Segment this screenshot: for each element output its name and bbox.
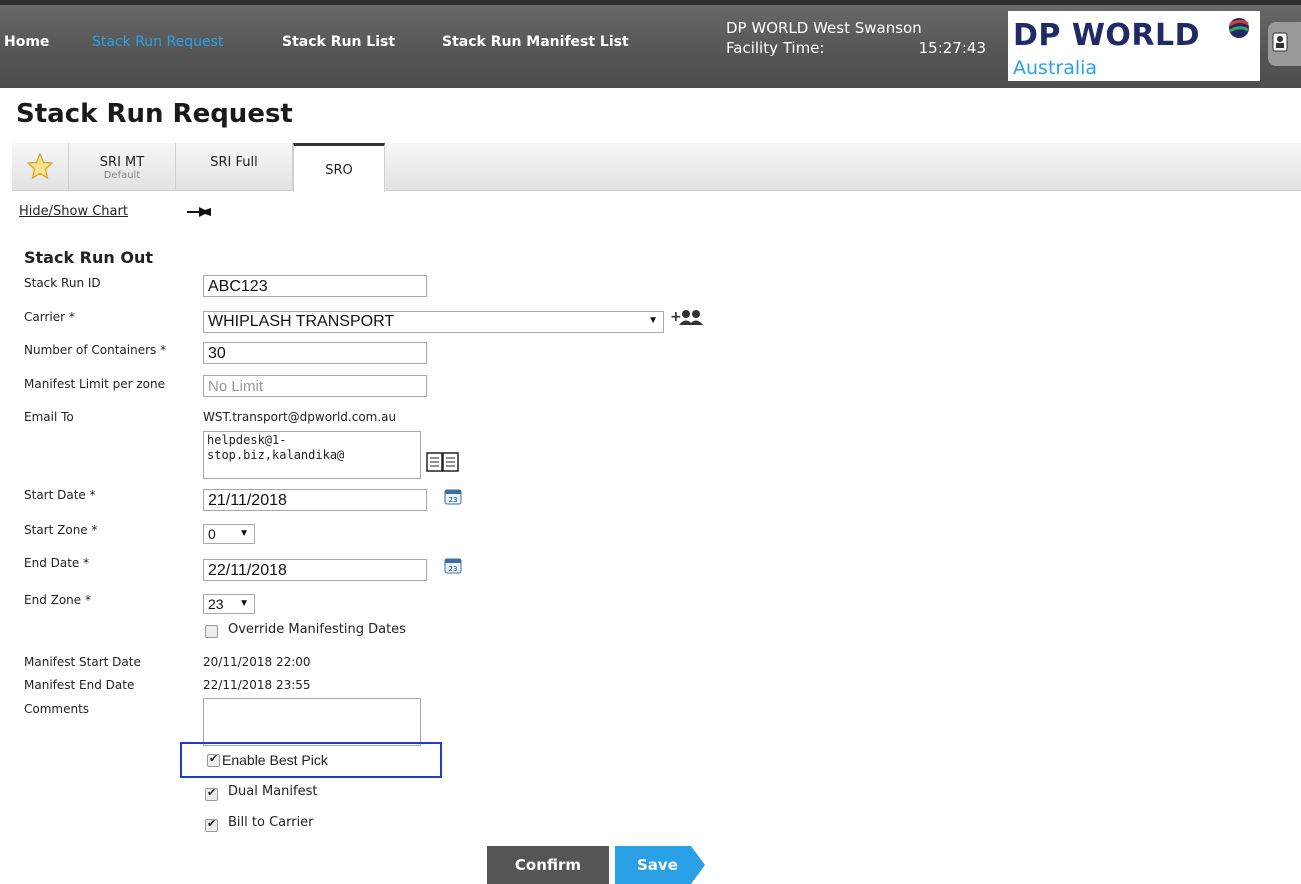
comments-label: Comments	[24, 702, 90, 716]
enable-best-pick-checkbox[interactable]	[207, 752, 220, 767]
manifest-end-label: Manifest End Date	[24, 678, 135, 692]
num-containers-input[interactable]: 30	[203, 342, 427, 364]
svg-text:23: 23	[449, 496, 458, 504]
nav-stack-run-request[interactable]: Stack Run Request	[92, 34, 223, 50]
tab-sri-mt[interactable]: SRI MT Default	[69, 143, 176, 190]
num-containers-label: Number of Containers *	[24, 343, 167, 357]
override-label: Override Manifesting Dates	[228, 622, 406, 637]
page-title: Stack Run Request	[16, 99, 293, 129]
end-date-label: End Date *	[24, 556, 90, 570]
start-date-input[interactable]: 21/11/2018	[203, 489, 427, 511]
nav-home[interactable]: Home	[4, 34, 49, 50]
hide-show-chart-link[interactable]: Hide/Show Chart	[19, 204, 128, 219]
dual-manifest-label: Dual Manifest	[228, 784, 318, 799]
calendar-icon[interactable]: 23	[444, 556, 462, 574]
manifest-limit-input[interactable]: No Limit	[203, 375, 427, 397]
carrier-select[interactable]: WHIPLASH TRANSPORT ▼	[203, 311, 664, 333]
facility-time-label: Facility Time:	[726, 39, 825, 57]
end-zone-label: End Zone *	[24, 593, 91, 607]
star-icon	[26, 152, 54, 180]
comments-textarea[interactable]	[203, 698, 421, 746]
email-extra-textarea[interactable]: helpdesk@1- stop.biz,kalandika@	[203, 431, 421, 479]
facility-time: 15:27:43	[918, 39, 986, 57]
pin-icon[interactable]	[187, 206, 213, 218]
dp-world-logo: DP WORLD Australia	[1008, 11, 1260, 81]
manifest-start-label: Manifest Start Date	[24, 655, 141, 669]
enable-best-pick-label: Enable Best Pick	[222, 752, 328, 768]
carrier-label: Carrier *	[24, 310, 75, 324]
logo-wordmark: DP WORLD	[1013, 18, 1201, 53]
start-zone-select[interactable]: 0 ▼	[203, 524, 255, 544]
email-to-label: Email To	[24, 410, 74, 424]
end-zone-value: 23	[208, 596, 224, 612]
start-date-label: Start Date *	[24, 488, 96, 502]
user-menu-icon[interactable]	[1268, 22, 1301, 66]
address-book-icon[interactable]	[426, 451, 460, 473]
end-zone-select[interactable]: 23 ▼	[203, 594, 255, 614]
tab-sro[interactable]: SRO	[293, 143, 385, 192]
chevron-down-icon: ▼	[648, 315, 658, 326]
bill-to-carrier-checkbox[interactable]	[205, 817, 218, 832]
chevron-down-icon: ▼	[239, 528, 249, 539]
override-checkbox[interactable]	[205, 625, 218, 638]
add-carrier-icon[interactable]: +	[670, 308, 708, 328]
facility-info: DP WORLD West Swanson Facility Time: 15:…	[726, 18, 986, 58]
nav-stack-run-manifest-list[interactable]: Stack Run Manifest List	[442, 34, 629, 50]
tab-sro-label: SRO	[325, 163, 353, 178]
tab-favorite[interactable]	[12, 143, 69, 190]
carrier-value: WHIPLASH TRANSPORT	[208, 313, 395, 330]
stack-run-id-input[interactable]: ABC123	[203, 275, 427, 297]
chevron-down-icon: ▼	[239, 598, 249, 609]
email-to-value: WST.transport@dpworld.com.au	[203, 410, 397, 424]
calendar-icon[interactable]: 23	[444, 487, 462, 505]
start-zone-label: Start Zone *	[24, 523, 98, 537]
start-zone-value: 0	[208, 526, 216, 542]
svg-text:23: 23	[449, 565, 458, 573]
svg-text:+: +	[670, 309, 682, 325]
save-button[interactable]: Save	[615, 846, 705, 884]
email-extra-line2: stop.biz,kalandika@	[207, 448, 345, 462]
top-strip	[0, 0, 1301, 5]
tab-sri-full[interactable]: SRI Full	[176, 143, 293, 190]
nav-stack-run-list[interactable]: Stack Run List	[282, 34, 395, 50]
globe-icon	[1229, 18, 1249, 38]
end-date-input[interactable]: 22/11/2018	[203, 559, 427, 581]
section-title: Stack Run Out	[24, 248, 153, 267]
tab-sri-mt-label: SRI MT	[99, 155, 145, 170]
facility-name: DP WORLD West Swanson	[726, 19, 922, 37]
tab-sri-full-label: SRI Full	[210, 155, 258, 170]
tab-sri-mt-default: Default	[103, 170, 141, 181]
stack-run-id-label: Stack Run ID	[24, 276, 101, 290]
email-extra-line1: helpdesk@1-	[207, 433, 287, 447]
tab-strip: SRI MT Default SRI Full SRO	[12, 143, 1301, 192]
manifest-limit-label: Manifest Limit per zone	[24, 377, 165, 391]
logo-subtitle: Australia	[1013, 57, 1098, 79]
confirm-button[interactable]: Confirm	[487, 846, 609, 884]
manifest-end-value: 22/11/2018 23:55	[203, 678, 311, 692]
manifest-start-value: 20/11/2018 22:00	[203, 655, 311, 669]
bill-to-carrier-label: Bill to Carrier	[228, 815, 314, 830]
dual-manifest-checkbox[interactable]	[205, 786, 218, 801]
top-nav-bar: Home Stack Run Request Stack Run List St…	[0, 0, 1301, 88]
